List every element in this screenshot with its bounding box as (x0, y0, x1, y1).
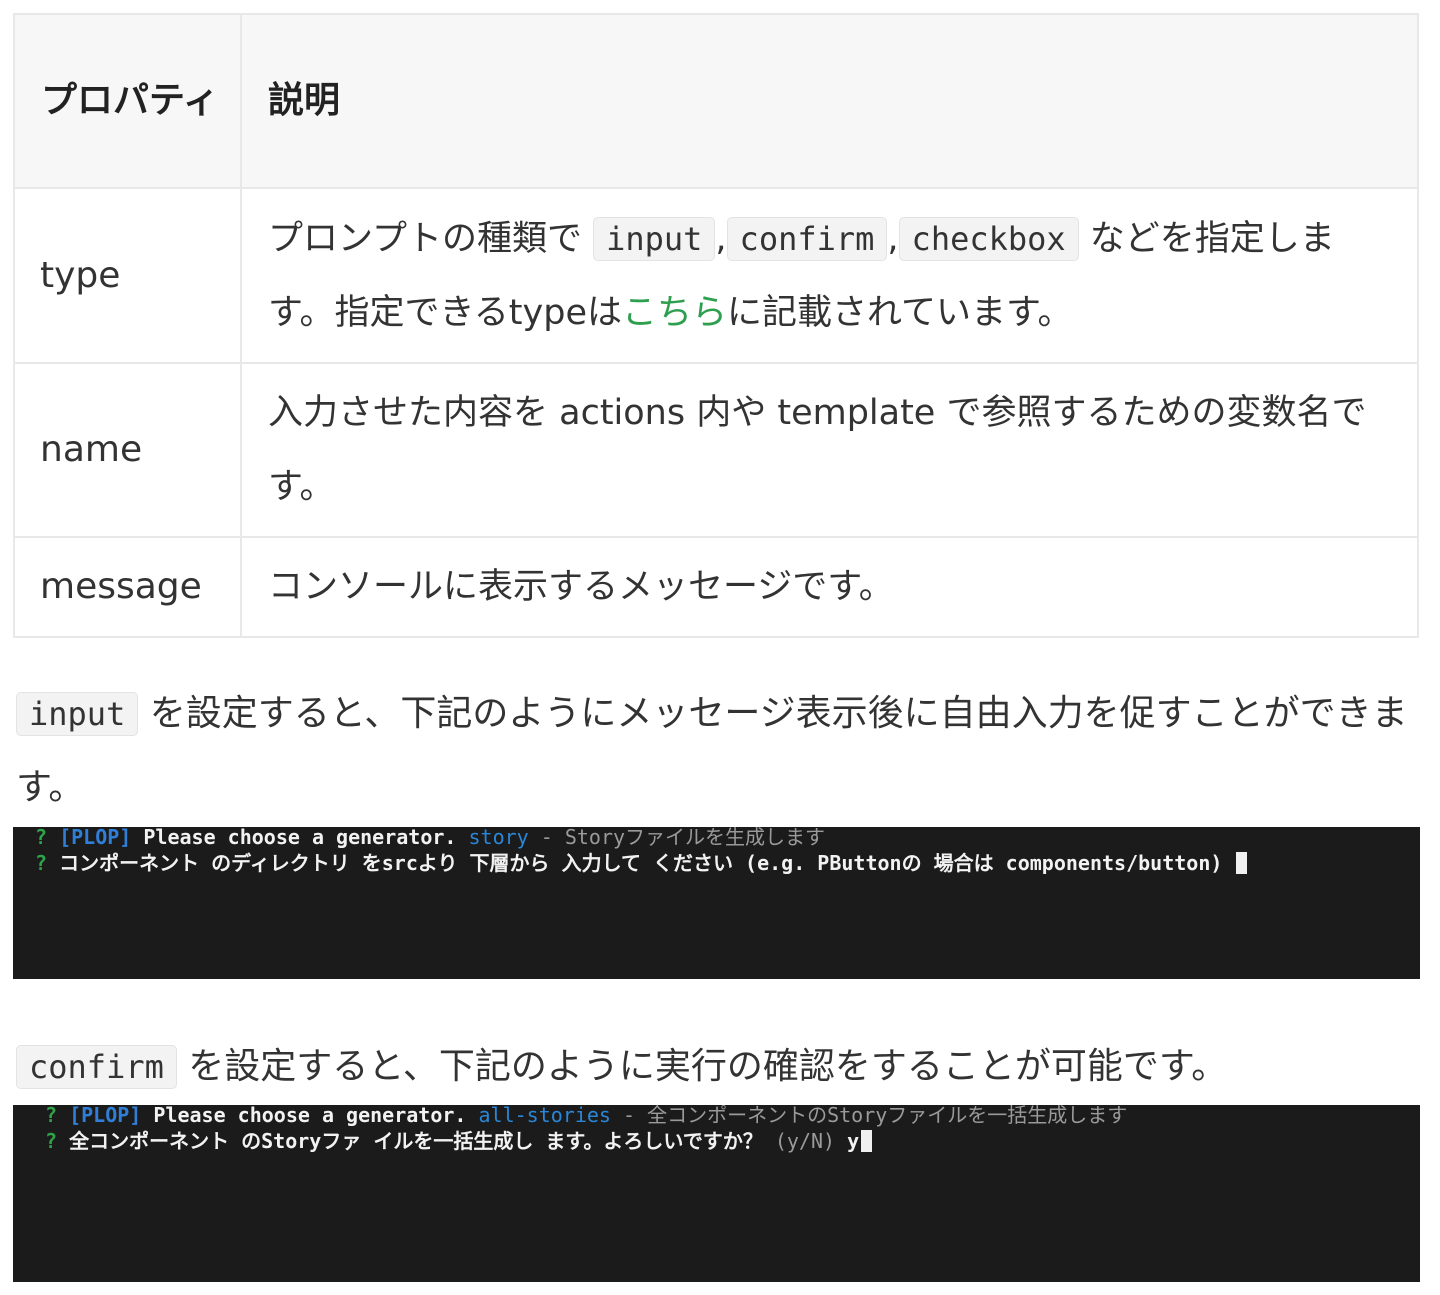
comma: , (887, 218, 899, 259)
plop-tag: [PLOP] (59, 827, 132, 849)
comma: , (715, 218, 727, 259)
property-name: name (13, 362, 242, 538)
inline-code: confirm (726, 216, 888, 261)
property-description: プロンプトの種類で input, confirm, checkbox などを指定しま… (240, 187, 1419, 364)
terminal-line: ? [PLOP] Please choose a generator. all-… (45, 1105, 1420, 1128)
type-list-link[interactable]: こちら (622, 293, 727, 333)
table-header-row: プロパティ 説明 (13, 13, 1419, 189)
input-explanation: input を設定すると、下記のようにメッセージ表示後に自由入力を促すことができ… (16, 677, 1416, 825)
header-property: プロパティ (13, 13, 242, 189)
generator-choice: all-stories (478, 1105, 611, 1127)
typed-answer: y (835, 1129, 860, 1153)
confirm-explanation: confirm を設定すると、下記のように実行の確認をすることが可能です。 (16, 1030, 1416, 1104)
terminal-text: コンポーネント のディレクトリ をsrcより 下層から 入力して ください (e… (47, 851, 1235, 875)
inline-code: confirm (16, 1045, 177, 1089)
generator-description: - 全コンポーネントのStoryファイルを一括生成します (610, 1105, 1128, 1127)
cursor-block (1236, 852, 1248, 874)
prompt-properties-table: プロパティ 説明 type プロンプトの種類で input, confirm, ch… (13, 13, 1419, 638)
prompt-mark: ? (45, 1105, 58, 1127)
property-description: コンソールに表示するメッセージです。 (240, 536, 1419, 638)
article-page: プロパティ 説明 type プロンプトの種類で input, confirm, ch… (0, 0, 1440, 1295)
table-row: type プロンプトの種類で input, confirm, checkbox など… (13, 187, 1419, 364)
terminal-confirm-screenshot: ? [PLOP] Please choose a generator. all-… (13, 1105, 1420, 1282)
generator-choice: story (468, 827, 529, 849)
inline-code: input (16, 692, 139, 736)
cursor-block (861, 1130, 873, 1152)
prompt-mark: ? (35, 827, 48, 849)
terminal-text: Please choose a generator. (131, 827, 469, 849)
terminal-text: 全コンポーネント のStoryファ イルを一括生成し ます。よろしいですか？ (57, 1129, 775, 1153)
terminal-text: Please choose a generator. (141, 1105, 479, 1127)
desc-text: に記載されています。 (727, 292, 1073, 333)
terminal-input-screenshot: ? [PLOP] Please choose a generator. stor… (13, 827, 1420, 979)
property-name: message (13, 536, 242, 638)
desc-text: プロンプトの種類で (268, 218, 594, 259)
plop-tag: [PLOP] (69, 1105, 142, 1127)
terminal-line: ? [PLOP] Please choose a generator. stor… (35, 827, 1420, 850)
paragraph-text: を設定すると、下記のようにメッセージ表示後に自由入力を促すことができます。 (16, 693, 1408, 808)
table-row: name 入力させた内容を actions 内や template で参照するた… (13, 362, 1419, 538)
inline-code: input (593, 216, 716, 261)
yes-no-hint: (y/N) (774, 1129, 836, 1153)
property-name: type (13, 187, 242, 364)
generator-description: - Storyファイルを生成します (528, 827, 826, 849)
prompt-mark: ? (35, 851, 48, 875)
terminal-line: ? 全コンポーネント のStoryファ イルを一括生成し ます。よろしいですか？… (45, 1128, 1420, 1154)
property-description: 入力させた内容を actions 内や template で参照するための変数名… (240, 362, 1419, 538)
header-description: 説明 (240, 13, 1419, 189)
table-row: message コンソールに表示するメッセージです。 (13, 536, 1419, 638)
terminal-line: ? コンポーネント のディレクトリ をsrcより 下層から 入力して ください … (35, 850, 1420, 876)
prompt-mark: ? (45, 1129, 58, 1153)
paragraph-text: を設定すると、下記のように実行の確認をすることが可能です。 (176, 1046, 1228, 1087)
inline-code: checkbox (898, 216, 1079, 261)
